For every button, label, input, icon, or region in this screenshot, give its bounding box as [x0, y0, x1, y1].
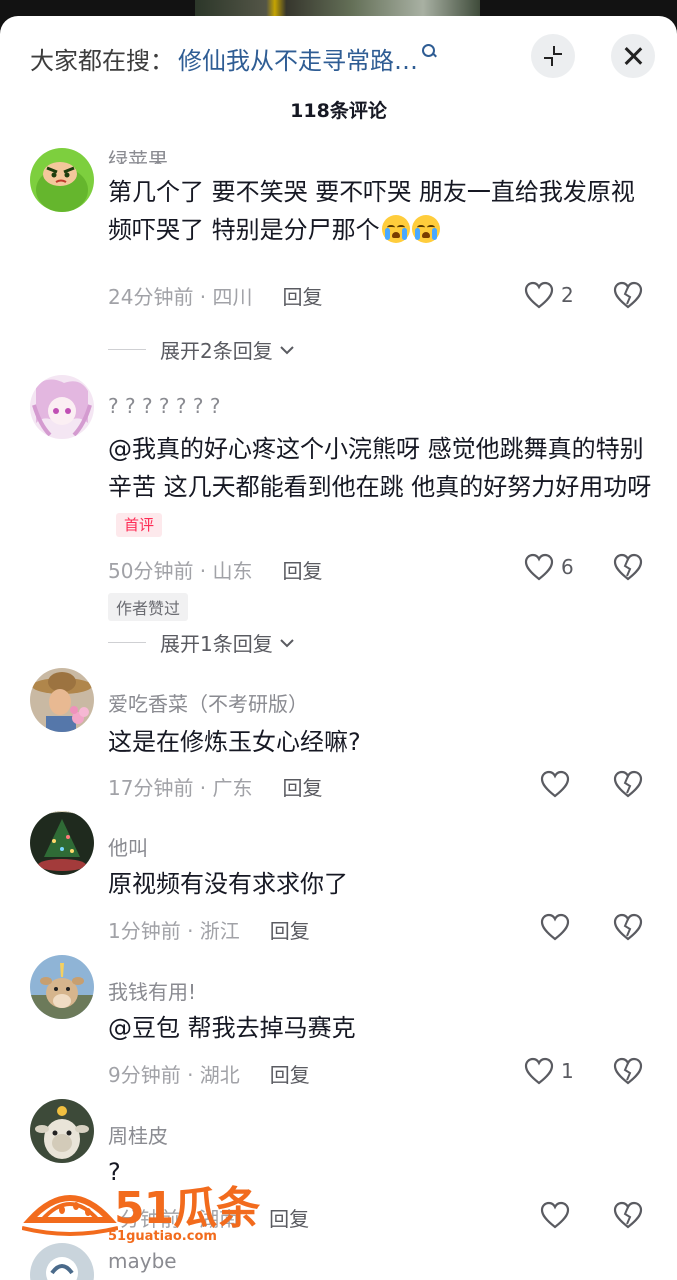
reply-button[interactable]: 回复: [270, 915, 310, 944]
collapse-icon: [542, 45, 564, 67]
comment-meta: 50分钟前 · 山东 回复: [108, 555, 323, 584]
comment-nickname[interactable]: ? ? ? ? ? ? ?: [108, 394, 220, 418]
like-button[interactable]: 2: [523, 280, 574, 310]
broken-heart-icon[interactable]: [612, 1200, 644, 1230]
comment-time-location: 9分钟前 · 湖北: [108, 1063, 240, 1087]
comment-nickname[interactable]: 他叫: [108, 832, 148, 861]
trending-search-query[interactable]: 修仙我从不走寻常路…: [178, 41, 418, 76]
heart-icon: [540, 1201, 570, 1229]
collapse-button[interactable]: [531, 34, 575, 78]
comment-count: 118条评论: [290, 100, 387, 122]
comment-meta: 24分钟前 · 四川 回复: [108, 281, 323, 310]
chevron-down-icon: [280, 345, 294, 354]
comment-nickname[interactable]: 绿苹果: [108, 144, 168, 164]
divider: [108, 349, 146, 350]
expand-replies-label: 展开1条回复: [160, 632, 273, 656]
like-button[interactable]: 6: [523, 552, 574, 582]
expand-replies-button[interactable]: 展开1条回复: [108, 628, 295, 657]
heart-icon: [524, 281, 554, 309]
reply-button[interactable]: 回复: [283, 772, 323, 801]
reply-button[interactable]: 回复: [283, 281, 323, 310]
broken-heart-icon[interactable]: [612, 280, 644, 310]
comment-nickname[interactable]: 我钱有用!: [108, 976, 196, 1005]
like-button[interactable]: [539, 1200, 577, 1230]
comment-meta: 1分钟前 · 浙江 回复: [108, 915, 310, 944]
trending-search[interactable]: 大家都在搜： 修仙我从不走寻常路…: [30, 38, 440, 78]
like-count: 2: [561, 283, 574, 307]
heart-icon: [540, 770, 570, 798]
comment-sheet: 大家都在搜： 修仙我从不走寻常路… 118条评论 绿苹果 第几个了 要不笑哭 要…: [0, 16, 677, 1280]
reply-button[interactable]: 回复: [270, 1059, 310, 1088]
first-comment-badge: 首评: [116, 513, 163, 537]
avatar[interactable]: [30, 148, 94, 212]
like-count: 6: [561, 555, 574, 579]
avatar[interactable]: [30, 375, 94, 439]
crying-emoji-icon: [411, 215, 440, 243]
trending-search-label: 大家都在搜：: [30, 46, 174, 75]
comment-nickname[interactable]: 爱吃香菜（不考研版）: [108, 688, 308, 717]
avatar[interactable]: [30, 955, 94, 1019]
comment-time-location: 1分钟前 · 浙江: [108, 919, 240, 943]
expand-replies-button[interactable]: 展开2条回复: [108, 335, 295, 364]
comment-time-location: 24分钟前 · 四川: [108, 285, 253, 309]
avatar[interactable]: [30, 1099, 94, 1163]
divider: [108, 642, 146, 643]
comment-text: @我真的好心疼这个小浣熊呀 感觉他跳舞真的特别辛苦 这几天都能看到他在跳 他真的…: [108, 430, 653, 544]
author-liked-badge: 作者赞过: [108, 593, 189, 621]
comment-time-location: 17分钟前 · 广东: [108, 776, 253, 800]
like-count: 1: [561, 1059, 574, 1083]
like-button[interactable]: [539, 912, 577, 942]
comment-text: 第几个了 要不笑哭 要不吓哭 朋友一直给我发原视频吓哭了 特别是分尸那个: [108, 178, 635, 244]
reply-button[interactable]: 回复: [269, 1203, 309, 1232]
crying-emoji-icon: [381, 215, 410, 243]
avatar[interactable]: [30, 668, 94, 732]
reply-button[interactable]: 回复: [283, 555, 323, 584]
avatar[interactable]: [30, 811, 94, 875]
close-button[interactable]: [611, 34, 655, 78]
heart-icon: [524, 553, 554, 581]
comment-text: 这是在修炼玉女心经嘛?: [108, 728, 361, 756]
close-icon: [623, 46, 643, 66]
comment-nickname[interactable]: 周桂皮: [108, 1120, 168, 1149]
broken-heart-icon[interactable]: [612, 769, 644, 799]
like-button[interactable]: [539, 769, 577, 799]
search-icon[interactable]: [420, 42, 440, 62]
avatar[interactable]: [30, 1243, 94, 1280]
like-button[interactable]: 1: [523, 1056, 574, 1086]
broken-heart-icon[interactable]: [612, 912, 644, 942]
comment-meta: 9分钟前 · 湖北 回复: [108, 1059, 310, 1088]
expand-replies-label: 展开2条回复: [160, 339, 273, 363]
comment-text: ?: [108, 1158, 121, 1186]
broken-heart-icon[interactable]: [612, 552, 644, 582]
heart-icon: [524, 1057, 554, 1085]
comment-meta: 17分钟前 · 广东 回复: [108, 772, 323, 801]
heart-icon: [540, 913, 570, 941]
chevron-down-icon: [280, 638, 294, 647]
comment-time-location: 50分钟前 · 山东: [108, 559, 253, 583]
comment-text: @豆包 帮我去掉马赛克: [108, 1014, 356, 1042]
broken-heart-icon[interactable]: [612, 1056, 644, 1086]
comment-meta: 分钟前 · 湖南 回复: [108, 1203, 309, 1232]
comment-text: 原视频有没有求求你了: [108, 870, 348, 898]
comment-nickname[interactable]: maybe: [108, 1249, 177, 1273]
comment-time-location: 分钟前 · 湖南: [120, 1207, 240, 1231]
